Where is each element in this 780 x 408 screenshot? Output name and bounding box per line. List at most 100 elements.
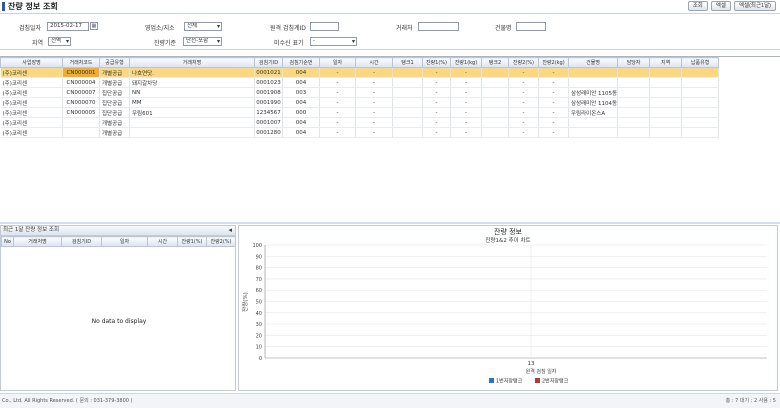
table-cell: -	[355, 97, 393, 108]
table-cell: -	[319, 127, 356, 138]
monthly-panel-title: 최근 1달 잔량 정보 조회 ◂	[1, 226, 235, 236]
panel-splitter[interactable]	[0, 222, 780, 224]
table-cell: 집단공급	[99, 87, 130, 98]
table-cell: 개별공급	[99, 77, 130, 88]
table-cell	[649, 97, 683, 108]
column-header[interactable]: 거래처코드	[62, 57, 100, 68]
excel-button[interactable]: 엑셀	[710, 1, 731, 11]
date-input[interactable]: 2015-02-17	[47, 22, 89, 31]
filter-panel: 검침일자 2015-02-17 ▦ 영업소/지소 전체 원격 검침계ID 거래처…	[0, 13, 780, 50]
region-select[interactable]: 전역	[48, 37, 71, 46]
column-header[interactable]: 탱크2	[481, 57, 509, 68]
table-cell: -	[538, 67, 569, 78]
y-tick-label: 40	[256, 311, 262, 317]
monthly-column-header[interactable]: 잔량2(%)	[206, 236, 236, 247]
table-cell	[617, 97, 651, 108]
table-cell: -	[319, 67, 356, 78]
unreceived-select[interactable]: -	[310, 37, 357, 46]
monthly-column-header[interactable]: 시간	[147, 236, 178, 247]
office-select[interactable]: 전체	[184, 22, 222, 31]
table-cell: (주)코리센	[0, 87, 63, 98]
table-cell	[617, 107, 651, 118]
column-header[interactable]: 탱크1	[392, 57, 423, 68]
count-summary: 총 : 7 대기 : 2 사용 : 5	[725, 398, 776, 404]
column-header[interactable]: 검침기ID	[254, 57, 283, 68]
table-cell	[568, 77, 619, 88]
table-cell	[681, 107, 720, 118]
column-header[interactable]: 잔량2(kg)	[538, 57, 569, 68]
table-cell: (주)코리센	[0, 117, 63, 128]
building-input[interactable]	[516, 22, 546, 31]
monthly-column-header[interactable]: 검침기ID	[61, 236, 102, 247]
monthly-column-header[interactable]: 일자	[101, 236, 148, 247]
monthly-column-header[interactable]: No	[1, 236, 14, 247]
table-cell: 004	[282, 127, 320, 138]
collapse-left-icon[interactable]: ◂	[228, 226, 232, 235]
table-cell	[568, 127, 619, 138]
table-cell	[62, 127, 100, 138]
remain-basis-select[interactable]: 단선-포함	[183, 37, 222, 46]
table-cell: -	[538, 77, 569, 88]
column-header[interactable]: 공급유형	[99, 57, 130, 68]
table-cell: -	[538, 87, 569, 98]
search-button[interactable]: 조회	[687, 1, 708, 11]
client-input[interactable]	[418, 22, 459, 31]
y-tick-label: 0	[259, 356, 262, 362]
table-cell: -	[319, 117, 356, 128]
table-cell	[481, 127, 509, 138]
excel-last-month-button[interactable]: 엑셀(최근1달)	[733, 1, 776, 11]
calendar-icon[interactable]: ▦	[90, 22, 98, 30]
column-header[interactable]: 지역	[649, 57, 683, 68]
table-cell: -	[355, 117, 393, 128]
meter-id-input[interactable]	[310, 22, 339, 31]
table-cell	[649, 77, 683, 88]
table-cell: CN000007	[62, 87, 100, 98]
table-cell: 004	[282, 77, 320, 88]
table-row[interactable]: (주)코리센 CN000070 집단공급 MM 0001990 004- - - - - - 삼성래미…	[0, 97, 720, 108]
table-cell	[392, 87, 423, 98]
table-row[interactable]: (주)코리센 개별공급 0001280 004- - - - - -	[0, 127, 720, 138]
table-cell: -	[538, 127, 569, 138]
column-header[interactable]: 잔량1(%)	[422, 57, 451, 68]
table-cell	[392, 67, 423, 78]
table-cell: -	[538, 107, 569, 118]
table-cell	[481, 117, 509, 128]
column-header[interactable]: 잔량2(%)	[508, 57, 539, 68]
column-header[interactable]: 납품유형	[681, 57, 720, 68]
status-bar: Co., Ltd. All Rights Reserved. ( 문의 : 03…	[0, 393, 780, 408]
table-cell: -	[355, 67, 393, 78]
column-header[interactable]: 검침기순번	[282, 57, 320, 68]
table-cell	[392, 117, 423, 128]
column-header[interactable]: 사업장명	[0, 57, 63, 68]
y-axis-label: 잔량(%)	[241, 292, 249, 312]
table-row[interactable]: (주)코리센 CN000004 개별공급 돼지갈차당 0001023 004- - - - - -	[0, 77, 720, 88]
table-cell	[392, 97, 423, 108]
table-cell: -	[508, 77, 539, 88]
table-row[interactable]: (주)코리센 개별공급 0001007 004- - - - - -	[0, 117, 720, 128]
column-header[interactable]: 시간	[355, 57, 393, 68]
column-header[interactable]: 담당자	[617, 57, 651, 68]
monthly-column-header[interactable]: 거래처명	[13, 236, 62, 247]
table-cell	[481, 97, 509, 108]
table-cell: (주)코리센	[0, 67, 63, 78]
table-cell: -	[450, 67, 482, 78]
column-header[interactable]: 잔량1(kg)	[450, 57, 482, 68]
column-header[interactable]: 거래처명	[129, 57, 255, 68]
table-cell: NN	[129, 87, 255, 98]
table-row[interactable]: (주)코리센 CN000001 개별공급 나호연닷. 0001021 004- - - - - -	[0, 67, 720, 78]
table-cell: (주)코리센	[0, 97, 63, 108]
table-row[interactable]: (주)코리센 CN000007 집단공급 NN 0001908 003- - - - - - 삼성래미…	[0, 87, 720, 98]
table-cell: -	[422, 127, 451, 138]
table-cell: -	[422, 117, 451, 128]
legend-label: 1번저장탱크	[496, 378, 523, 385]
monthly-column-header[interactable]: 잔량1(%)	[177, 236, 207, 247]
table-cell	[481, 107, 509, 118]
table-row[interactable]: (주)코리센 CN000005 집단공급 우림601 1234567 000- - - - - - 우…	[0, 107, 720, 118]
monthly-panel: 최근 1달 잔량 정보 조회 ◂ No 거래처명 검침기ID 일자 시간 잔량1(%) 잔량…	[0, 225, 236, 391]
table-cell: (주)코리센	[0, 127, 63, 138]
table-cell: 삼성래미안 1104동	[568, 97, 619, 108]
column-header[interactable]: 건물명	[567, 57, 619, 68]
table-cell: 돼지갈차당	[129, 77, 255, 88]
table-cell: 개별공급	[99, 67, 130, 78]
column-header[interactable]: 일자	[319, 57, 356, 68]
